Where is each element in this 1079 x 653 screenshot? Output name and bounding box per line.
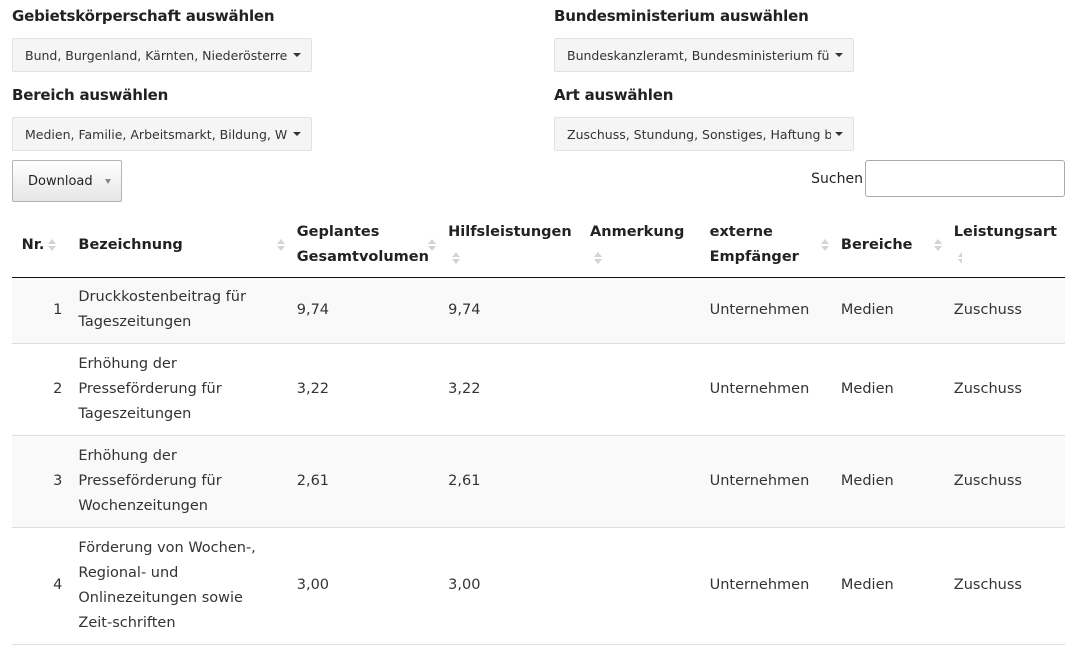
search-label: Suchen — [811, 170, 863, 187]
cell-hilfsleistungen: 9,74 — [440, 277, 583, 344]
bundesministerium-select[interactable]: Bundeskanzleramt, Bundesministerium fü — [554, 38, 854, 72]
cell-nr: 1 — [12, 277, 71, 344]
column-label: Bereiche — [840, 236, 913, 253]
search-input[interactable] — [865, 160, 1065, 197]
column-header-anmerkung[interactable]: Anmerkung — [582, 214, 702, 278]
select-value: Zuschuss, Stundung, Sonstiges, Haftung b — [567, 126, 831, 142]
filter-label: Gebietskörperschaft auswählen — [12, 7, 275, 25]
download-button[interactable]: Download — [12, 160, 122, 202]
gebietskoerperschaft-select[interactable]: Bund, Burgenland, Kärnten, Niederösterre — [12, 38, 312, 72]
cell-nr: 4 — [12, 527, 71, 645]
filter-bereich: Bereich auswählen Medien, Familie, Arbei… — [12, 85, 312, 151]
cell-hilfsleistungen: 3,22 — [440, 343, 583, 436]
filter-label: Art auswählen — [554, 86, 674, 104]
select-value: Bund, Burgenland, Kärnten, Niederösterre — [25, 47, 288, 63]
cell-leistungsart: Zuschuss — [945, 527, 1065, 645]
column-label: Nr. — [21, 236, 45, 253]
bereich-select[interactable]: Medien, Familie, Arbeitsmarkt, Bildung, … — [12, 117, 312, 151]
cell-gesamtvolumen: 3,00 — [288, 527, 441, 645]
sort-icon — [452, 252, 460, 264]
download-label: Download — [28, 173, 93, 189]
cell-bezeichnung: Erhöhung der Presseförderung für Wochenz… — [70, 435, 289, 528]
cell-bezeichnung: Druckkostenbeitrag für Tageszeitungen — [70, 277, 289, 344]
cell-empfaenger: Unternehmen — [701, 527, 833, 645]
column-label: Leistungsart — [953, 224, 1057, 240]
cell-bereiche: Medien — [832, 435, 946, 528]
table-row[interactable]: 1 Druckkostenbeitrag für Tageszeitungen … — [12, 277, 1065, 344]
cell-empfaenger: Unternehmen — [701, 435, 833, 528]
table-row[interactable]: 2 Erhöhung der Presseförderung für Tages… — [12, 343, 1065, 436]
search-box: Suchen — [811, 160, 1065, 197]
cell-bereiche: Medien — [832, 343, 946, 436]
data-table: Nr. Bezeichnung Geplantes Gesamtvolumen … — [12, 214, 1065, 645]
sort-icon — [958, 252, 962, 264]
table-row[interactable]: 4 Förderung von Wochen-, Regional- und O… — [12, 527, 1065, 645]
column-header-bereiche[interactable]: Bereiche — [832, 214, 946, 278]
caret-down-icon — [293, 53, 301, 57]
cell-anmerkung — [582, 277, 702, 344]
cell-gesamtvolumen: 9,74 — [288, 277, 441, 344]
column-header-leistungsart[interactable]: Leistungsart — [945, 214, 1065, 278]
column-label: Hilfsleistungen — [448, 224, 572, 240]
caret-down-icon — [104, 178, 111, 184]
sort-icon — [934, 239, 942, 251]
cell-anmerkung — [582, 343, 702, 436]
cell-bereiche: Medien — [832, 277, 946, 344]
filter-gebietskoerperschaft: Gebietskörperschaft auswählen Bund, Burg… — [12, 6, 312, 72]
filter-art: Art auswählen Zuschuss, Stundung, Sonsti… — [554, 85, 854, 151]
cell-empfaenger: Unternehmen — [701, 343, 833, 436]
cell-gesamtvolumen: 2,61 — [288, 435, 441, 528]
column-header-bezeichnung[interactable]: Bezeichnung — [70, 214, 289, 278]
cell-gesamtvolumen: 3,22 — [288, 343, 441, 436]
filter-bundesministerium: Bundesministerium auswählen Bundeskanzle… — [554, 6, 854, 72]
cell-leistungsart: Zuschuss — [945, 343, 1065, 436]
cell-bereiche: Medien — [832, 527, 946, 645]
cell-nr: 3 — [12, 435, 71, 528]
column-label: Bezeichnung — [78, 236, 183, 253]
column-header-empfaenger[interactable]: externe Empfänger — [701, 214, 833, 278]
column-label: Geplantes Gesamtvolumen — [296, 224, 429, 266]
column-label: externe Empfänger — [709, 224, 799, 266]
column-header-hilfsleistungen[interactable]: Hilfsleistungen — [440, 214, 583, 278]
caret-down-icon — [835, 53, 843, 57]
select-value: Medien, Familie, Arbeitsmarkt, Bildung, … — [25, 126, 288, 142]
cell-nr: 2 — [12, 343, 71, 436]
cell-bezeichnung: Förderung von Wochen-, Regional- und Onl… — [70, 527, 289, 645]
cell-leistungsart: Zuschuss — [945, 277, 1065, 344]
column-label: Anmerkung — [590, 224, 685, 240]
cell-anmerkung — [582, 435, 702, 528]
column-header-nr[interactable]: Nr. — [12, 214, 71, 278]
cell-hilfsleistungen: 2,61 — [440, 435, 583, 528]
cell-hilfsleistungen: 3,00 — [440, 527, 583, 645]
sort-icon — [277, 239, 285, 251]
caret-down-icon — [293, 132, 301, 136]
sort-icon — [594, 252, 602, 264]
cell-empfaenger: Unternehmen — [701, 277, 833, 344]
art-select[interactable]: Zuschuss, Stundung, Sonstiges, Haftung b — [554, 117, 854, 151]
caret-down-icon — [835, 132, 843, 136]
cell-bezeichnung: Erhöhung der Presseförderung für Tagesze… — [70, 343, 289, 436]
cell-anmerkung — [582, 527, 702, 645]
table-row[interactable]: 3 Erhöhung der Presseförderung für Woche… — [12, 435, 1065, 528]
table-header-row: Nr. Bezeichnung Geplantes Gesamtvolumen … — [12, 214, 1065, 278]
select-value: Bundeskanzleramt, Bundesministerium fü — [567, 47, 830, 63]
cell-leistungsart: Zuschuss — [945, 435, 1065, 528]
sort-icon — [48, 239, 56, 251]
column-header-gesamtvolumen[interactable]: Geplantes Gesamtvolumen — [288, 214, 441, 278]
sort-icon — [821, 239, 829, 251]
sort-icon — [428, 239, 436, 251]
filter-label: Bundesministerium auswählen — [554, 7, 809, 25]
filter-label: Bereich auswählen — [12, 86, 169, 104]
